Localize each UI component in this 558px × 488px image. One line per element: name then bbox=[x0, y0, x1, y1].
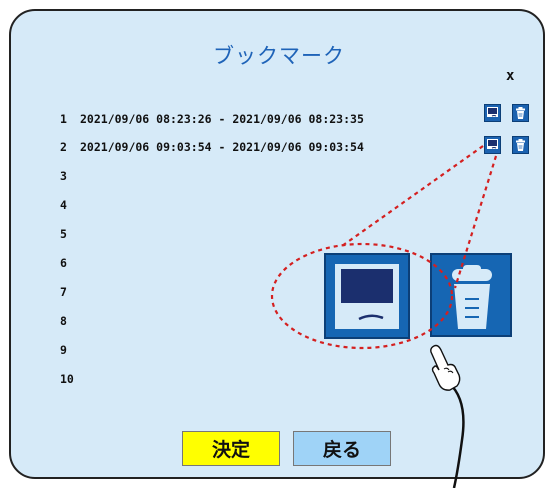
bookmark-row[interactable]: 9 bbox=[60, 340, 80, 360]
bookmark-row[interactable]: 5 bbox=[60, 224, 80, 244]
bookmark-row[interactable]: 1 2021/09/06 08:23:26 - 2021/09/06 08:23:… bbox=[60, 109, 364, 129]
bookmark-number: 8 bbox=[60, 314, 67, 328]
trash-icon bbox=[516, 107, 525, 119]
play-bookmark-icon bbox=[487, 139, 498, 149]
trash-callout bbox=[430, 253, 512, 337]
pointing-hand-icon bbox=[430, 344, 461, 391]
play-bookmark-icon bbox=[487, 107, 498, 117]
trash-icon bbox=[452, 265, 492, 329]
dialog-title: ブックマーク bbox=[213, 44, 345, 68]
play-bookmark-callout bbox=[324, 253, 410, 339]
bookmark-number: 7 bbox=[60, 285, 67, 299]
bookmark-number: 5 bbox=[60, 227, 67, 241]
delete-bookmark-button[interactable] bbox=[512, 136, 529, 154]
trash-icon bbox=[516, 139, 525, 151]
bookmark-row[interactable]: 7 bbox=[60, 282, 80, 302]
bookmark-number: 9 bbox=[60, 343, 67, 357]
close-button[interactable]: x bbox=[506, 69, 514, 83]
play-bookmark-button[interactable] bbox=[484, 136, 501, 154]
play-bookmark-icon bbox=[335, 264, 399, 329]
bookmark-row[interactable]: 10 bbox=[60, 369, 80, 389]
bookmark-number: 3 bbox=[60, 169, 67, 183]
bookmark-number: 6 bbox=[60, 256, 67, 270]
bookmark-dialog bbox=[9, 9, 545, 479]
bookmark-row[interactable]: 3 bbox=[60, 166, 80, 186]
bookmark-number: 4 bbox=[60, 198, 67, 212]
bookmark-number: 2 bbox=[60, 140, 67, 154]
play-bookmark-button[interactable] bbox=[484, 104, 501, 122]
bookmark-number: 10 bbox=[60, 372, 74, 386]
back-button[interactable]: 戻る bbox=[293, 431, 391, 466]
confirm-button[interactable]: 決定 bbox=[182, 431, 280, 466]
bookmark-row[interactable]: 8 bbox=[60, 311, 80, 331]
bookmark-row[interactable]: 4 bbox=[60, 195, 80, 215]
bookmark-range: 2021/09/06 09:03:54 - 2021/09/06 09:03:5… bbox=[80, 140, 364, 154]
bookmark-range: 2021/09/06 08:23:26 - 2021/09/06 08:23:3… bbox=[80, 112, 364, 126]
bookmark-number: 1 bbox=[60, 112, 67, 126]
delete-bookmark-button[interactable] bbox=[512, 104, 529, 122]
bookmark-row[interactable]: 6 bbox=[60, 253, 80, 273]
bookmark-row[interactable]: 2 2021/09/06 09:03:54 - 2021/09/06 09:03:… bbox=[60, 137, 364, 157]
